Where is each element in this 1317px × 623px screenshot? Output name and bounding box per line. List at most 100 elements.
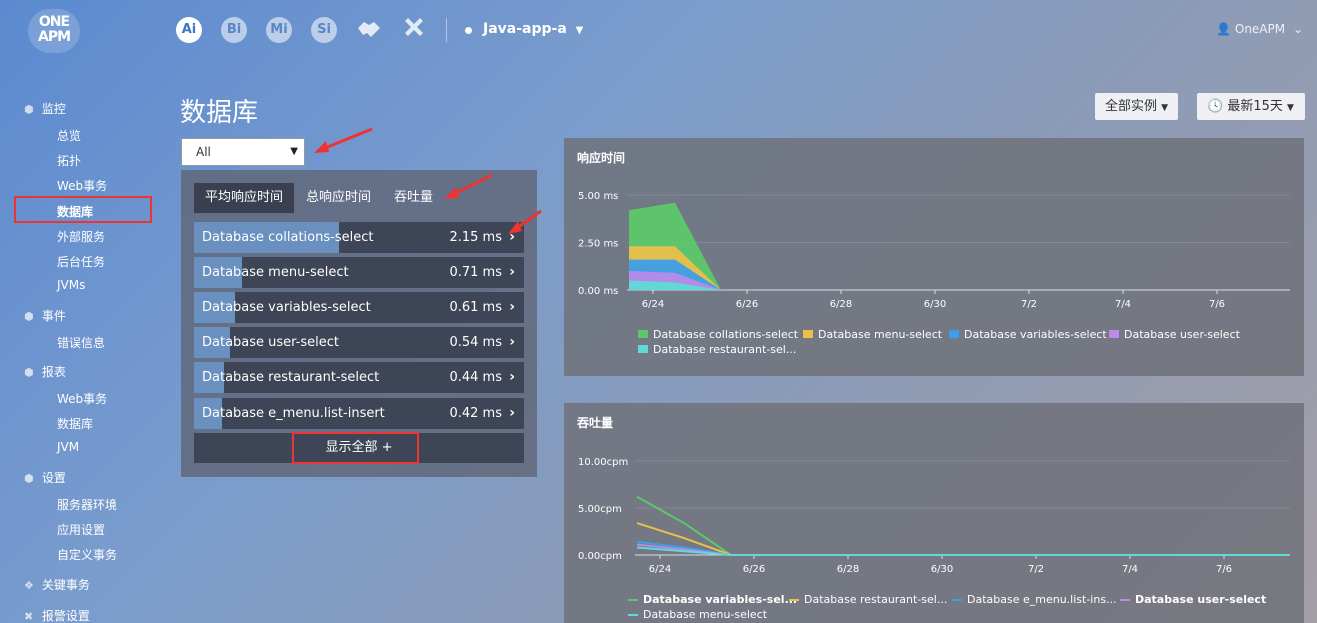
sidebar-item-topology[interactable]: 拓扑 bbox=[57, 152, 81, 169]
legend-swatch bbox=[628, 599, 638, 601]
chevron-right-icon: › bbox=[509, 334, 515, 350]
x-tick-label: 7/4 bbox=[1122, 564, 1138, 575]
sidebar-item-errors[interactable]: 错误信息 bbox=[57, 334, 105, 351]
x-tick-label: 6/26 bbox=[736, 299, 758, 310]
nav-group-events[interactable]: ⬢ 事件 bbox=[24, 307, 66, 324]
legend-item[interactable]: Database user-select bbox=[1120, 593, 1266, 606]
database-row[interactable]: Database user-select 0.54 ms › bbox=[194, 327, 524, 358]
database-row[interactable]: Database variables-select 0.61 ms › bbox=[194, 292, 524, 323]
legend-item[interactable]: Database menu-select bbox=[628, 608, 767, 621]
y-tick-label: 5.00cpm bbox=[578, 504, 622, 515]
product-ai-icon[interactable]: Ai bbox=[176, 17, 202, 43]
tools-icon[interactable] bbox=[402, 16, 426, 47]
legend-item[interactable]: Database collations-select bbox=[638, 328, 798, 341]
legend-item[interactable]: Database user-select bbox=[1109, 328, 1240, 341]
database-row[interactable]: Database e_menu.list-insert 0.42 ms › bbox=[194, 398, 524, 429]
legend-label: Database menu-select bbox=[643, 608, 768, 621]
chevron-right-icon: › bbox=[509, 299, 515, 315]
nav-group-label: 关键事务 bbox=[41, 578, 90, 592]
database-filter-select[interactable]: All ▼ bbox=[181, 138, 305, 166]
chevron-right-icon: › bbox=[509, 369, 515, 385]
instances-dropdown[interactable]: 全部实例 ▼ bbox=[1095, 93, 1179, 120]
database-row[interactable]: Database menu-select 0.71 ms › bbox=[194, 257, 524, 288]
wrench-icon: ✖ bbox=[24, 610, 34, 623]
nav-group-label: 监控 bbox=[41, 102, 66, 116]
sidebar-item-external-services[interactable]: 外部服务 bbox=[57, 228, 105, 245]
throughput-chart-card: 吞吐量 10.00cpm 5.00cpm 0.00cpm 6/24 6/26 6/28 6/… bbox=[564, 403, 1304, 623]
nav-group-settings[interactable]: ⬢ 设置 bbox=[24, 469, 66, 486]
handshake-icon[interactable] bbox=[356, 16, 382, 49]
row-value: 0.54 ms bbox=[449, 335, 502, 350]
legend-label: Database e_menu.list-ins... bbox=[967, 593, 1117, 606]
x-tick-label: 7/4 bbox=[1115, 299, 1131, 310]
x-tick-label: 6/24 bbox=[642, 299, 664, 310]
y-tick-label: 0.00cpm bbox=[578, 551, 622, 562]
cube-icon: ⬢ bbox=[24, 472, 34, 485]
nav-group-reports[interactable]: ⬢ 报表 bbox=[24, 363, 66, 380]
row-value: 2.15 ms bbox=[449, 230, 502, 245]
legend-item[interactable]: Database restaurant-sel... bbox=[638, 343, 796, 356]
user-menu[interactable]: 👤 OneAPM ⌄ bbox=[1216, 22, 1303, 36]
diamond-icon: ❖ bbox=[24, 579, 34, 592]
cube-icon: ⬢ bbox=[24, 366, 34, 379]
sidebar-item-report-database[interactable]: 数据库 bbox=[57, 415, 93, 432]
nav-group-label: 设置 bbox=[41, 471, 66, 485]
x-tick-label: 6/30 bbox=[931, 564, 953, 575]
sidebar-item-server-env[interactable]: 服务器环境 bbox=[57, 496, 117, 513]
annotation-arrow bbox=[508, 209, 542, 234]
nav-group-label: 报警设置 bbox=[41, 609, 90, 623]
cube-icon: ⬢ bbox=[24, 310, 34, 323]
nav-group-label: 报表 bbox=[41, 365, 66, 379]
sidebar-item-web-transactions[interactable]: Web事务 bbox=[57, 177, 107, 194]
database-row[interactable]: Database restaurant-select 0.44 ms › bbox=[194, 362, 524, 393]
legend-item[interactable]: Database restaurant-sel... bbox=[789, 593, 947, 606]
y-tick-label: 2.50 ms bbox=[578, 239, 618, 250]
x-tick-label: 7/6 bbox=[1209, 299, 1225, 310]
legend-swatch bbox=[638, 345, 648, 353]
sidebar-item-background-tasks[interactable]: 后台任务 bbox=[57, 253, 105, 270]
sidebar-item-report-jvm[interactable]: JVM bbox=[57, 440, 79, 454]
row-value: 0.42 ms bbox=[449, 406, 502, 421]
top-bar: ONE APM Ai Bi Mi Si Java-app-a ▼ 👤 OneAP… bbox=[0, 0, 1317, 62]
nav-group-alert-settings[interactable]: ✖ 报警设置 bbox=[24, 607, 90, 623]
product-si-icon[interactable]: Si bbox=[311, 17, 337, 43]
sidebar-item-overview[interactable]: 总览 bbox=[57, 127, 81, 144]
tab-throughput[interactable]: 吞吐量 bbox=[383, 183, 444, 213]
time-range-dropdown[interactable]: 🕓 最新15天 ▼ bbox=[1197, 93, 1305, 120]
throughput-chart: 10.00cpm 5.00cpm 0.00cpm 6/24 6/26 6/28 6/30 7/… bbox=[578, 457, 1290, 575]
caret-down-icon: ▼ bbox=[575, 25, 584, 36]
nav-group-key-transactions[interactable]: ❖ 关键事务 bbox=[24, 576, 90, 593]
annotation-arrow bbox=[314, 127, 373, 153]
tab-total-response-time[interactable]: 总响应时间 bbox=[295, 183, 382, 213]
legend-item[interactable]: Database e_menu.list-ins... bbox=[952, 593, 1117, 606]
nav-group-monitor[interactable]: ⬢ 监控 bbox=[24, 100, 66, 117]
row-name: Database restaurant-select bbox=[202, 370, 380, 385]
response-time-chart-card: 响应时间 5.00 ms 2.50 ms 0.00 ms 6/24 6/26 6/28 6/… bbox=[564, 138, 1304, 376]
sidebar-item-report-web[interactable]: Web事务 bbox=[57, 390, 107, 407]
legend-swatch bbox=[1109, 330, 1119, 338]
x-tick-label: 7/2 bbox=[1021, 299, 1037, 310]
app-name-label: Java-app-a bbox=[483, 21, 567, 37]
sidebar-item-custom-transactions[interactable]: 自定义事务 bbox=[57, 546, 117, 563]
database-row[interactable]: Database collations-select 2.15 ms › bbox=[194, 222, 524, 253]
row-name: Database variables-select bbox=[202, 300, 371, 315]
legend-item[interactable]: Database variables-select bbox=[949, 328, 1107, 341]
app-selector[interactable]: Java-app-a ▼ bbox=[483, 21, 583, 37]
chevron-right-icon: › bbox=[509, 405, 515, 421]
cube-icon: ⬢ bbox=[24, 103, 34, 116]
oneapm-logo[interactable]: ONE APM bbox=[28, 9, 80, 53]
product-mi-icon[interactable]: Mi bbox=[266, 17, 292, 43]
sidebar-item-app-settings[interactable]: 应用设置 bbox=[57, 521, 105, 538]
tab-avg-response-time[interactable]: 平均响应时间 bbox=[194, 183, 295, 213]
legend-item[interactable]: Database variables-sel... bbox=[628, 593, 797, 606]
annotation-arrow bbox=[444, 173, 493, 199]
time-range-label: 最新15天 bbox=[1227, 99, 1283, 114]
product-bi-icon[interactable]: Bi bbox=[221, 17, 247, 43]
chevron-right-icon: › bbox=[509, 264, 515, 280]
legend-swatch bbox=[638, 330, 648, 338]
topbar-divider bbox=[446, 18, 447, 42]
app-status-dot bbox=[465, 27, 472, 34]
legend-item[interactable]: Database menu-select bbox=[803, 328, 942, 341]
legend-label: Database user-select bbox=[1135, 593, 1267, 606]
sidebar-item-jvms[interactable]: JVMs bbox=[57, 278, 85, 292]
